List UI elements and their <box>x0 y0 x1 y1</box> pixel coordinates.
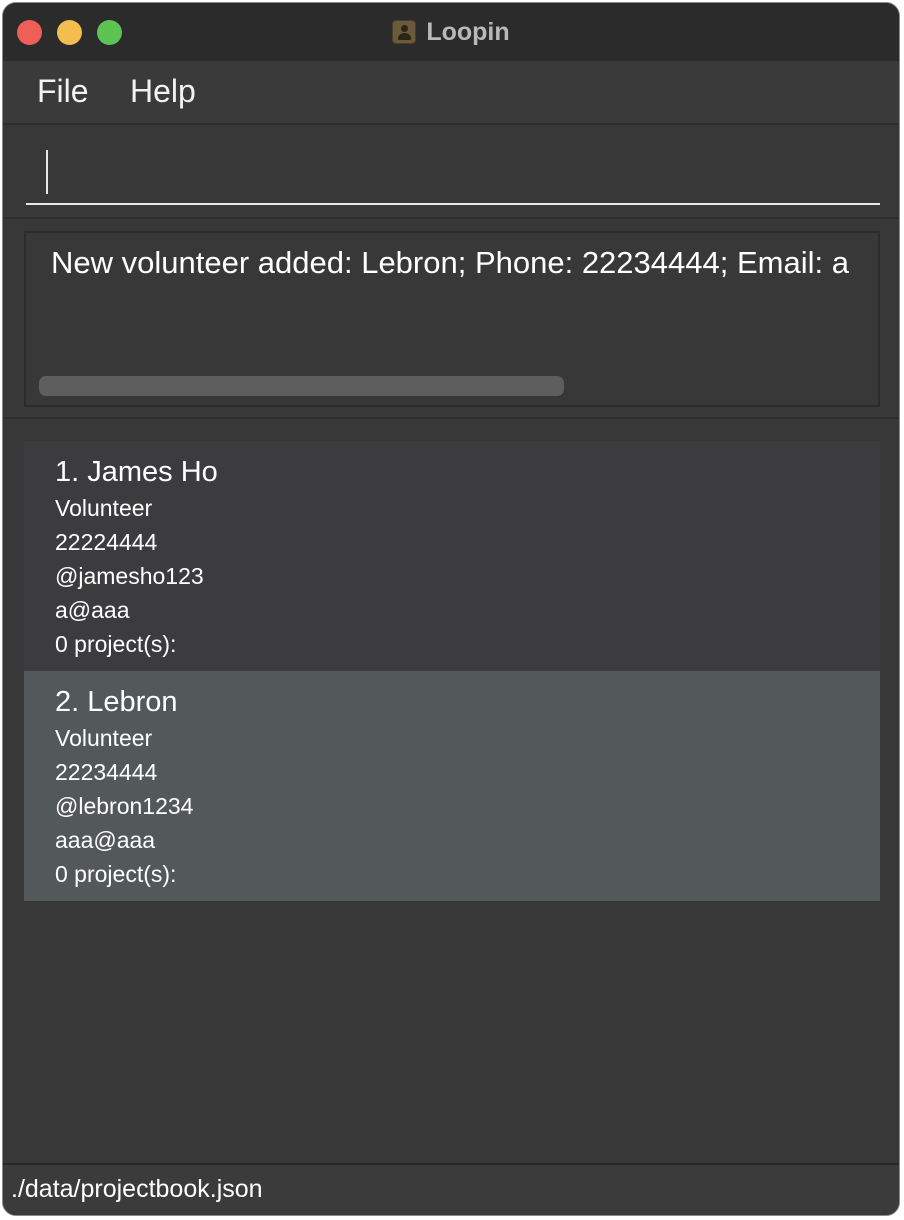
person-telegram: @lebron1234 <box>55 793 194 819</box>
result-display-area: New volunteer added: Lebron; Phone: 2223… <box>3 219 899 419</box>
person-name: 1. James Ho <box>55 456 218 488</box>
command-box <box>3 125 899 219</box>
window-title: Loopin <box>426 17 510 46</box>
person-name: 2. Lebron <box>55 686 178 718</box>
horizontal-scrollbar[interactable] <box>39 376 564 396</box>
save-file-path: ./data/projectbook.json <box>11 1175 263 1203</box>
app-window: Loopin File Help New volunteer added: Le… <box>2 2 900 1216</box>
person-projects: 0 project(s): <box>55 861 177 887</box>
title-wrap: Loopin <box>3 3 899 61</box>
person-email: aaa@aaa <box>55 827 156 853</box>
person-role: Volunteer <box>55 725 153 751</box>
menu-help[interactable]: Help <box>130 73 196 110</box>
text-caret <box>46 150 48 194</box>
person-email: a@aaa <box>55 597 130 623</box>
result-display: New volunteer added: Lebron; Phone: 2223… <box>24 231 880 407</box>
contacts-book-icon <box>392 20 417 44</box>
menu-file[interactable]: File <box>37 73 89 110</box>
person-phone: 22224444 <box>55 529 158 555</box>
person-role: Volunteer <box>55 495 153 521</box>
title-bar: Loopin <box>3 3 899 62</box>
command-input[interactable] <box>26 133 880 205</box>
status-bar: ./data/projectbook.json <box>3 1163 899 1215</box>
person-list[interactable]: 1. James Ho Volunteer 22224444 @jamesho1… <box>3 419 899 1167</box>
person-card[interactable]: 1. James Ho Volunteer 22224444 @jamesho1… <box>24 441 880 671</box>
menu-bar: File Help <box>3 61 899 125</box>
person-card-selected[interactable]: 2. Lebron Volunteer 22234444 @lebron1234… <box>24 671 880 901</box>
result-message: New volunteer added: Lebron; Phone: 2223… <box>51 245 849 280</box>
person-projects: 0 project(s): <box>55 631 177 657</box>
person-phone: 22234444 <box>55 759 158 785</box>
person-telegram: @jamesho123 <box>55 563 204 589</box>
